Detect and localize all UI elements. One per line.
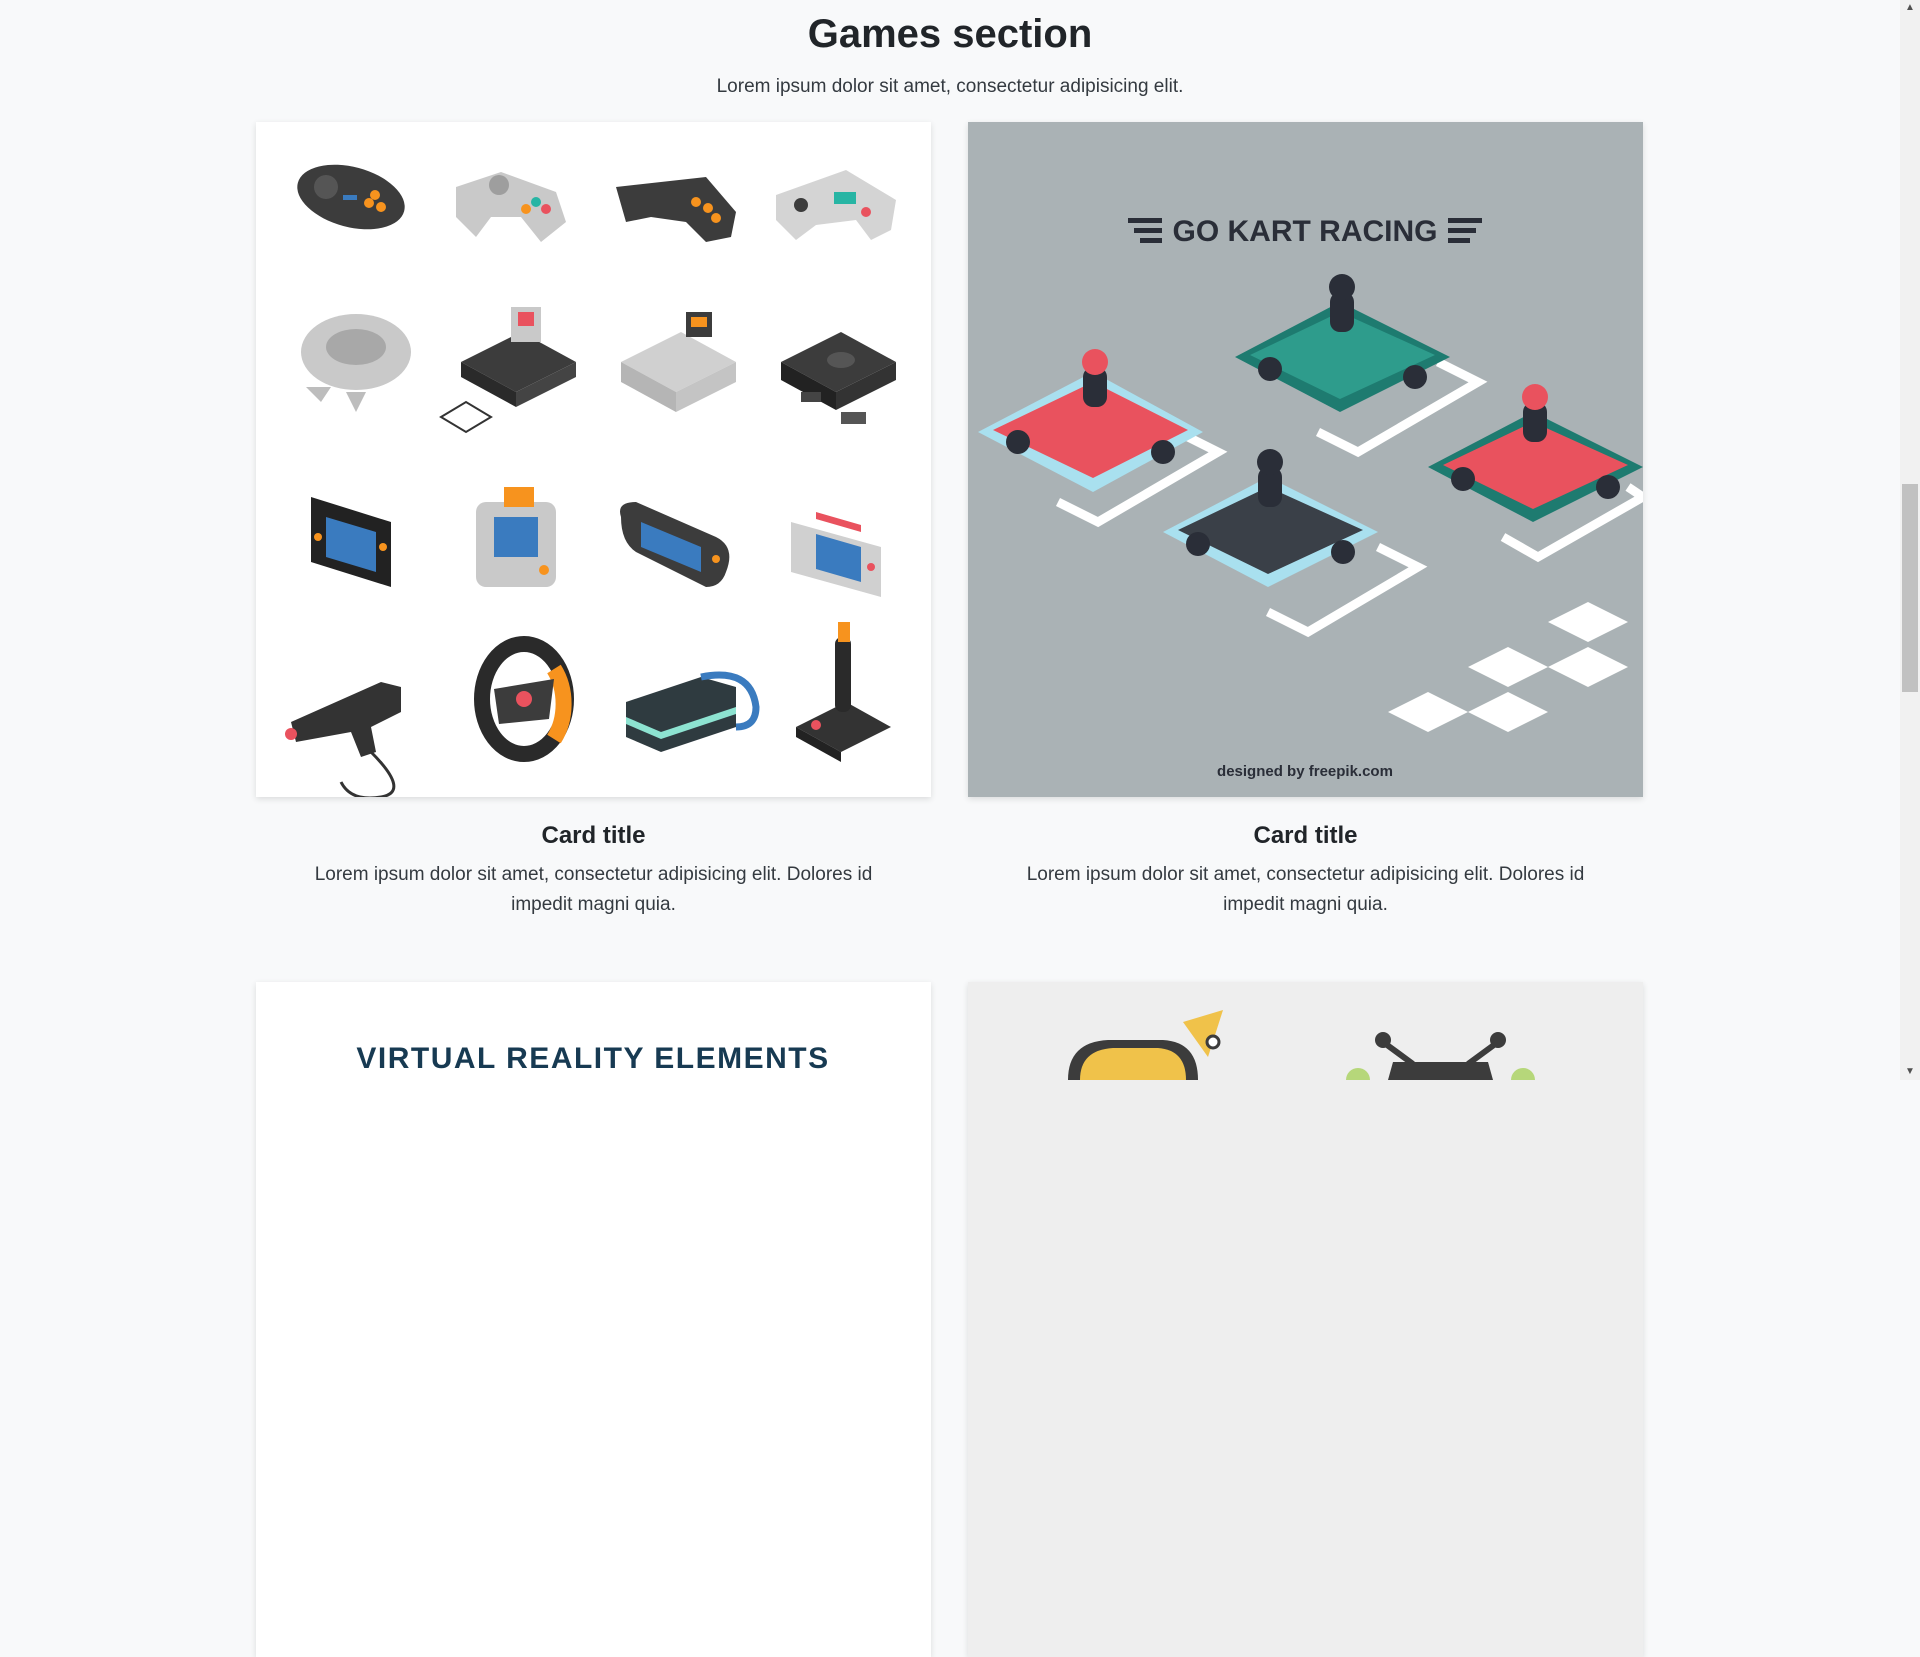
card-body: Card title Lorem ipsum dolor sit amet, c… — [968, 822, 1643, 920]
designed-by-freepik-credit: designed by freepik.com — [1217, 763, 1393, 780]
controller-icon — [456, 172, 566, 242]
section-title: Games section — [807, 12, 1093, 56]
handheld-icon — [476, 487, 556, 587]
vertical-scrollbar[interactable]: ▲ ▼ — [1900, 0, 1920, 1080]
section-subtitle: Lorem ipsum dolor sit amet, consectetur … — [716, 76, 1184, 97]
card-image-robots[interactable] — [968, 982, 1643, 1657]
game-devices-illustration — [285, 164, 896, 797]
go-kart-racing-heading: GO KART RACING — [1173, 215, 1438, 248]
go-kart-illustration: GO KART RACING designed by freepik.com — [978, 215, 1643, 780]
card-image-virtual-reality[interactable]: VIRTUAL REALITY ELEMENTS — [256, 982, 931, 1657]
card-body: Card title Lorem ipsum dolor sit amet, c… — [256, 822, 931, 920]
controller-icon — [616, 177, 736, 242]
card-title: Card title — [1253, 822, 1358, 849]
vr-elements-illustration: VIRTUAL REALITY ELEMENTS — [356, 1042, 829, 1075]
card-title: Card title — [541, 822, 646, 849]
card-text: Lorem ipsum dolor sit amet, consectetur … — [314, 864, 873, 915]
kart-red-teal-icon — [1428, 384, 1643, 522]
controller-icon — [297, 164, 405, 230]
console-icon — [781, 332, 896, 424]
joystick-icon — [796, 622, 891, 762]
light-gun-icon — [285, 682, 401, 797]
console-icon — [301, 314, 411, 412]
kart-red-icon — [978, 349, 1203, 492]
scrollbar-thumb[interactable] — [1902, 484, 1918, 692]
scroll-up-arrow-icon[interactable]: ▲ — [1900, 0, 1920, 16]
card-text: Lorem ipsum dolor sit amet, consectetur … — [1026, 864, 1585, 915]
checkered-pattern — [1388, 602, 1628, 732]
steering-wheel-icon — [474, 636, 574, 762]
console-icon — [439, 307, 576, 434]
scroll-down-arrow-icon[interactable]: ▼ — [1900, 1064, 1920, 1080]
console-icon — [621, 312, 736, 412]
card-image-go-kart-racing[interactable]: GO KART RACING designed by freepik.com — [968, 122, 1643, 797]
kart-teal-icon — [1235, 274, 1450, 412]
page: Games section Lorem ipsum dolor sit amet… — [0, 0, 1900, 1657]
vr-headset-icon — [626, 671, 760, 752]
handheld-icon — [620, 502, 730, 587]
handheld-icon — [791, 512, 881, 597]
robots-illustration — [1068, 1010, 1535, 1092]
handheld-icon — [311, 497, 391, 587]
virtual-reality-heading: VIRTUAL REALITY ELEMENTS — [356, 1042, 829, 1075]
card-image-game-devices[interactable] — [256, 122, 931, 797]
controller-icon — [776, 170, 896, 240]
